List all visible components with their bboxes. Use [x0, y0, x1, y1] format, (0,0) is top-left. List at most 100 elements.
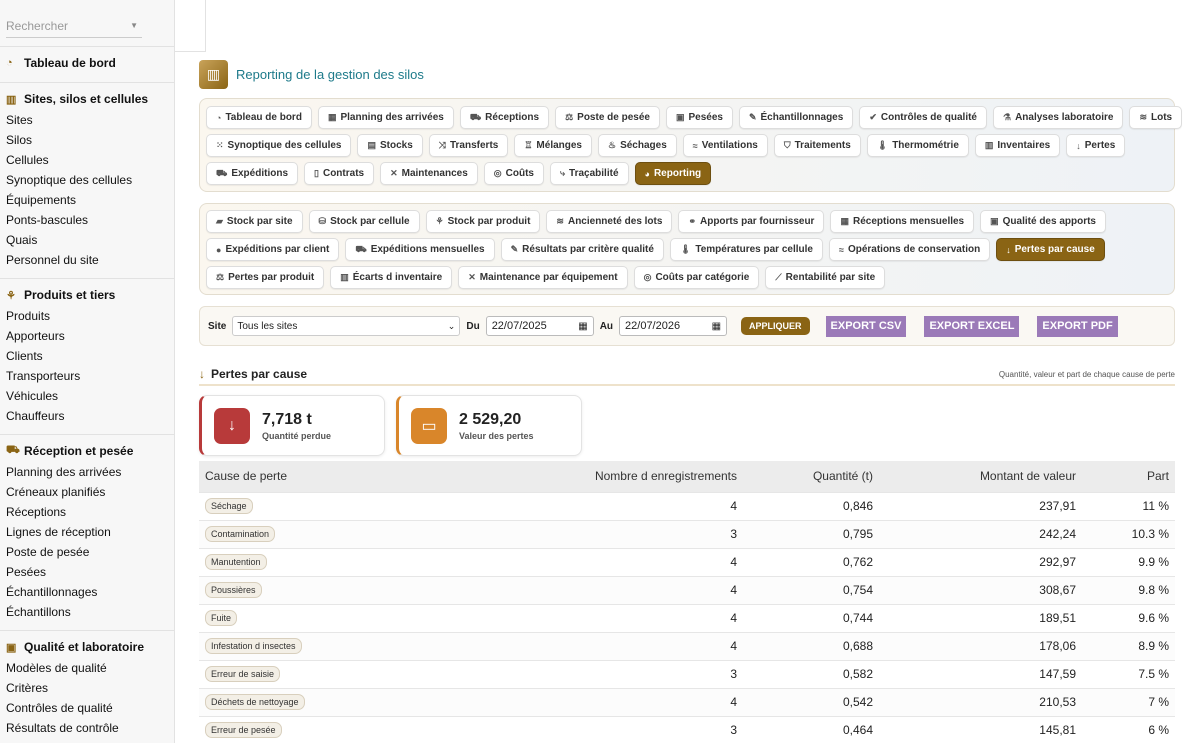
report-button[interactable]: ≈ Opérations de conservation	[828, 238, 991, 261]
sidebar-item[interactable]: Véhicules	[0, 386, 174, 406]
sidebar-section-header[interactable]: ▥ Sites, silos et cellules	[0, 89, 174, 110]
report-button[interactable]: ⟋ Rentabilité par site	[765, 266, 886, 289]
search-input[interactable]: Rechercher ▼	[6, 14, 142, 38]
weight-icon: ▣	[675, 112, 685, 122]
col-header-quantity[interactable]: Quantité (t)	[743, 461, 879, 492]
nav-button[interactable]: ♖ Mélanges	[514, 134, 592, 157]
nav-button[interactable]: ⛟ Expéditions	[206, 162, 299, 185]
sidebar-item[interactable]: Demandes d analyse	[0, 738, 174, 743]
sidebar-item[interactable]: Poste de pesée	[0, 542, 174, 562]
nav-button[interactable]: ▣ Pesées	[665, 106, 733, 129]
calendar-icon[interactable]: ▦	[712, 321, 721, 332]
sidebar-item[interactable]: Synoptique des cellules	[0, 170, 174, 190]
report-button[interactable]: ≋ Ancienneté des lots	[546, 210, 673, 233]
export-excel-button[interactable]: EXPORT EXCEL	[924, 315, 1020, 337]
report-button[interactable]: ↓ Pertes par cause	[996, 238, 1105, 261]
nav-button[interactable]: ↓ Pertes	[1066, 134, 1126, 157]
nav-button[interactable]: 🌡 Thermométrie	[866, 134, 969, 157]
layers-icon: ≋	[556, 216, 564, 226]
sidebar-item[interactable]: Modèles de qualité	[0, 658, 174, 678]
sidebar-item[interactable]: Silos	[0, 130, 174, 150]
sidebar-section-header[interactable]: ▣ Qualité et laboratoire	[0, 637, 174, 658]
nav-button[interactable]: ⛟ Réceptions	[459, 106, 550, 129]
site-select[interactable]: Tous les sites ⌄	[232, 316, 461, 336]
nav-button[interactable]: ▦ Planning des arrivées	[317, 106, 454, 129]
sidebar-item[interactable]: Apporteurs	[0, 326, 174, 346]
nav-button[interactable]: ⚖ Poste de pesée	[555, 106, 660, 129]
nav-button[interactable]: ▤ Stocks	[357, 134, 423, 157]
nav-button[interactable]: ≈ Ventilations	[682, 134, 768, 157]
nav-button[interactable]: ⁙ Synoptique des cellules	[206, 134, 352, 157]
chart-line-icon: ⟋	[775, 272, 782, 282]
nav-button[interactable]: ⤨ Transferts	[428, 134, 509, 157]
col-header-count[interactable]: Nombre d enregistrements	[489, 461, 743, 492]
sidebar-section-header[interactable]: ⚘ Produits et tiers	[0, 285, 174, 306]
to-date-input[interactable]: 22/07/2026 ▦	[619, 316, 728, 336]
nav-button[interactable]: ▥ Inventaires	[974, 134, 1061, 157]
nav-button[interactable]: ◕ Reporting	[634, 162, 712, 185]
nav-button[interactable]: ▯ Contrats	[304, 162, 375, 185]
sidebar-item[interactable]: Échantillons	[0, 602, 174, 622]
table-cell: Fuite	[199, 603, 489, 632]
from-date-input[interactable]: 22/07/2025 ▦	[485, 316, 594, 336]
sidebar-item[interactable]: Critères	[0, 678, 174, 698]
sidebar-item[interactable]: Ponts-bascules	[0, 210, 174, 230]
report-button[interactable]: ⚘ Stock par produit	[425, 210, 541, 233]
sidebar-item[interactable]: Créneaux planifiés	[0, 482, 174, 502]
report-button[interactable]: ✎ Résultats par critère qualité	[500, 238, 664, 261]
export-pdf-button[interactable]: EXPORT PDF	[1037, 315, 1118, 337]
sidebar-item[interactable]: Transporteurs	[0, 366, 174, 386]
sidebar-item[interactable]: Sites	[0, 110, 174, 130]
button-label: Inventaires	[997, 140, 1051, 151]
nav-button[interactable]: ✕ Maintenances	[380, 162, 478, 185]
nav-button[interactable]: ⚗ Analyses laboratoire	[992, 106, 1124, 129]
col-header-cause[interactable]: Cause de perte	[199, 461, 489, 492]
report-button[interactable]: ▰ Stock par site	[206, 210, 303, 233]
sidebar-item[interactable]: Personnel du site	[0, 250, 174, 270]
table-cell: 0,846	[743, 491, 879, 520]
nav-button[interactable]: ◔ Tableau de bord	[206, 106, 312, 129]
sidebar-item[interactable]: Quais	[0, 230, 174, 250]
sidebar-item[interactable]: Pesées	[0, 562, 174, 582]
report-button[interactable]: ✕ Maintenance par équipement	[458, 266, 628, 289]
report-button[interactable]: ▣ Qualité des apports	[980, 210, 1106, 233]
nav-button[interactable]: ◎ Coûts	[483, 162, 544, 185]
nav-button[interactable]: ≋ Lots	[1129, 106, 1183, 129]
table-cell: 0,795	[743, 519, 879, 548]
report-button[interactable]: 🌡 Températures par cellule	[669, 238, 823, 261]
sidebar-item[interactable]: Chauffeurs	[0, 406, 174, 426]
sidebar-section-header[interactable]: ◔ Tableau de bord	[0, 53, 174, 74]
table-cell: 4	[489, 547, 743, 576]
col-header-amount[interactable]: Montant de valeur	[879, 461, 1082, 492]
nav-button[interactable]: ✎ Échantillonnages	[738, 106, 854, 129]
nav-button[interactable]: ⤷ Traçabilité	[549, 162, 629, 185]
sidebar-item[interactable]: Planning des arrivées	[0, 462, 174, 482]
sidebar-item[interactable]: Résultats de contrôle	[0, 718, 174, 738]
sidebar-item[interactable]: Produits	[0, 306, 174, 326]
sidebar-item[interactable]: Cellules	[0, 150, 174, 170]
sidebar-item[interactable]: Lignes de réception	[0, 522, 174, 542]
export-csv-button[interactable]: EXPORT CSV	[825, 315, 907, 337]
sidebar-item[interactable]: Réceptions	[0, 502, 174, 522]
report-button[interactable]: ◎ Coûts par catégorie	[633, 266, 760, 289]
report-button[interactable]: ⛟ Expéditions mensuelles	[345, 238, 495, 261]
col-header-share[interactable]: Part	[1082, 461, 1175, 492]
report-button[interactable]: ● Expéditions par client	[206, 238, 340, 261]
sidebar-section-header[interactable]: ⛟ Réception et pesée	[0, 441, 174, 462]
sidebar-item[interactable]: Échantillonnages	[0, 582, 174, 602]
sidebar-item[interactable]: Contrôles de qualité	[0, 698, 174, 718]
sidebar-item[interactable]: Clients	[0, 346, 174, 366]
report-button[interactable]: ▦ Réceptions mensuelles	[830, 210, 975, 233]
sidebar-section-title: Tableau de bord	[24, 56, 116, 70]
report-button[interactable]: ⚭ Apports par fournisseur	[678, 210, 825, 233]
nav-button[interactable]: ♨ Séchages	[598, 134, 677, 157]
report-button[interactable]: ▥ Écarts d inventaire	[330, 266, 453, 289]
calendar-icon[interactable]: ▦	[578, 321, 587, 332]
nav-button[interactable]: ⛉ Traitements	[773, 134, 861, 157]
report-button[interactable]: ⛁ Stock par cellule	[308, 210, 420, 233]
button-label: Lots	[1150, 112, 1173, 123]
apply-button[interactable]: APPLIQUER	[741, 317, 810, 335]
report-button[interactable]: ⚖ Pertes par produit	[206, 266, 325, 289]
nav-button[interactable]: ✔ Contrôles de qualité	[859, 106, 987, 129]
sidebar-item[interactable]: Équipements	[0, 190, 174, 210]
